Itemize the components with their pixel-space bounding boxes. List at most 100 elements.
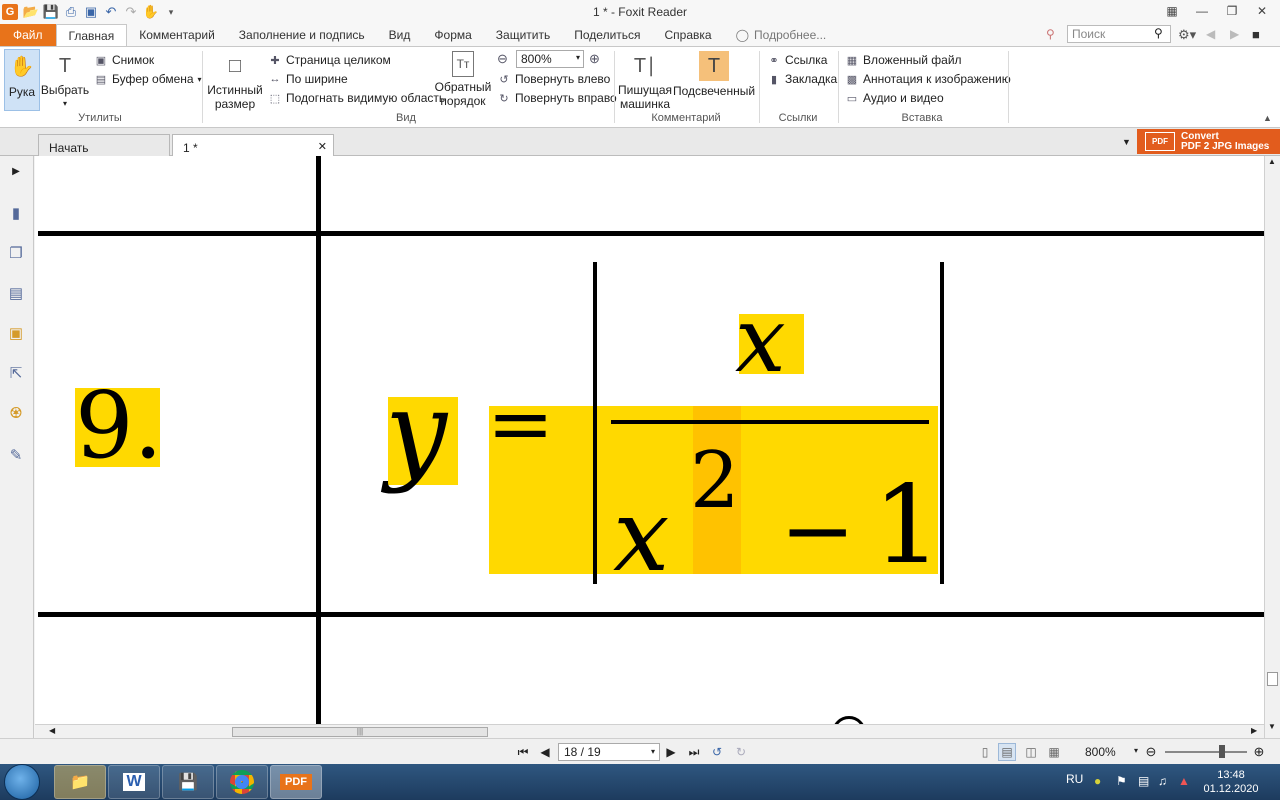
snapshot-button[interactable]: ▣ Снимок: [94, 51, 154, 69]
reflow-button[interactable]: Tт Обратный порядок: [435, 49, 491, 111]
pages-panel-icon[interactable]: ❐: [5, 242, 27, 264]
file-attachment-button[interactable]: ▦ Вложенный файл: [845, 51, 962, 69]
continuous-page-icon[interactable]: ▤: [998, 743, 1016, 761]
zoom-slider[interactable]: [1165, 751, 1247, 753]
tab-fill-sign[interactable]: Заполнение и подпись: [227, 24, 377, 46]
security-panel-icon[interactable]: ♼: [5, 402, 27, 424]
settings-icon[interactable]: ⚙▾: [1178, 27, 1196, 43]
fit-width-button[interactable]: ↔ По ширине: [268, 70, 348, 88]
foxit-taskbar-button[interactable]: PDF: [270, 765, 322, 799]
hand-tool-quick-icon[interactable]: ✋: [141, 2, 161, 22]
undo-icon[interactable]: ↶: [101, 2, 121, 22]
tab-share[interactable]: Поделиться: [562, 24, 652, 46]
maximize-button[interactable]: ❐: [1220, 2, 1244, 20]
promo-banner[interactable]: PDF Convert PDF 2 JPG Images: [1137, 129, 1280, 154]
tab-home[interactable]: Главная: [55, 24, 128, 46]
minimize-button[interactable]: —: [1190, 2, 1214, 20]
next-page-icon[interactable]: ▶: [662, 743, 680, 761]
tab-file[interactable]: Файл: [0, 24, 56, 46]
highlight-button[interactable]: T Подсвеченный: [673, 49, 755, 111]
close-tab-icon[interactable]: ✕: [318, 140, 327, 153]
tab-protect[interactable]: Защитить: [484, 24, 562, 46]
save-icon[interactable]: 💾: [41, 2, 61, 22]
hand-button[interactable]: ✋ Рука: [4, 49, 40, 111]
document-view[interactable]: 9. y = x x 2 − 1: [35, 156, 1264, 724]
last-page-icon[interactable]: ⏭: [685, 743, 703, 761]
speaker-muted-icon[interactable]: ▲: [1178, 774, 1190, 788]
typewriter-button[interactable]: T∣ Пишущая машинка: [618, 49, 672, 112]
audio-video-button[interactable]: ▭ Аудио и видео: [845, 89, 944, 107]
bookmarks-panel-icon[interactable]: ▮: [5, 202, 27, 224]
fit-page-button[interactable]: ✚ Страница целиком: [268, 51, 390, 69]
floppy-app-taskbar-button[interactable]: 💾: [162, 765, 214, 799]
tab-start[interactable]: Начать: [38, 134, 170, 156]
vertical-scrollbar[interactable]: ▲ ▼: [1264, 156, 1280, 738]
close-window-button[interactable]: ✕: [1250, 2, 1274, 20]
tab-form[interactable]: Форма: [422, 24, 483, 46]
select-button[interactable]: T Выбрать ▾: [41, 49, 89, 111]
print-icon[interactable]: ⎙: [61, 2, 81, 22]
account-icon[interactable]: ■: [1252, 27, 1260, 42]
zoom-out-icon[interactable]: ⊖: [1142, 743, 1160, 761]
back-icon[interactable]: ◀: [1206, 27, 1215, 41]
clipboard-button[interactable]: ▤ Буфер обмена ▾: [94, 70, 202, 88]
expand-panel-icon[interactable]: ▶: [5, 160, 27, 182]
language-indicator[interactable]: RU: [1066, 772, 1083, 786]
scroll-left-icon[interactable]: ◀: [49, 726, 55, 735]
attachments-panel-icon[interactable]: ⇱: [5, 362, 27, 384]
previous-view-icon[interactable]: ↺: [708, 743, 726, 761]
horizontal-scrollbar[interactable]: ◀ ||| ▶: [35, 724, 1264, 738]
tab-comment[interactable]: Комментарий: [127, 24, 227, 46]
actual-size-button[interactable]: □ Истинный размер: [207, 49, 262, 112]
tell-me[interactable]: ◯ Подробнее...: [724, 24, 839, 46]
fit-visible-button[interactable]: ⬚ Подогнать видимую область: [268, 89, 445, 107]
chevron-down-icon[interactable]: ▾: [1134, 746, 1138, 755]
customize-toolbar-icon[interactable]: ▾: [161, 2, 181, 22]
horizontal-scroll-thumb[interactable]: |||: [232, 727, 488, 737]
zoom-select[interactable]: 800% ▾: [516, 50, 584, 68]
scroll-up-icon[interactable]: ▲: [1268, 157, 1276, 166]
first-page-icon[interactable]: ⏮: [514, 743, 532, 761]
redo-icon[interactable]: ↷: [121, 2, 141, 22]
image-annotation-button[interactable]: ▩ Аннотация к изображению: [845, 70, 1011, 88]
signature-panel-icon[interactable]: ✎: [5, 444, 27, 466]
bookmark-button[interactable]: ▮ Закладка: [767, 70, 837, 88]
status-zoom-value[interactable]: 800%: [1085, 745, 1116, 759]
open-icon[interactable]: 📂: [21, 2, 41, 22]
link-button[interactable]: ⚭ Ссылка: [767, 51, 827, 69]
collapse-ribbon-icon[interactable]: ▲: [1263, 113, 1272, 123]
network-icon[interactable]: ▤: [1138, 774, 1149, 788]
ribbon-options-icon[interactable]: ▦: [1160, 2, 1184, 20]
new-window-icon[interactable]: ▣: [81, 2, 101, 22]
tray-app-icon[interactable]: ●: [1094, 774, 1101, 788]
forward-icon[interactable]: ▶: [1230, 27, 1239, 41]
zoom-out-icon[interactable]: ⊖: [497, 51, 508, 67]
vertical-scroll-thumb[interactable]: [1267, 672, 1278, 686]
rotate-left-button[interactable]: ↺ Повернуть влево: [497, 70, 610, 88]
scroll-down-icon[interactable]: ▼: [1268, 722, 1276, 731]
zoom-slider-handle[interactable]: [1219, 745, 1225, 758]
chrome-taskbar-button[interactable]: [216, 765, 268, 799]
search-icon[interactable]: ⚲: [1154, 26, 1170, 42]
continuous-facing-icon[interactable]: ▦: [1045, 743, 1063, 761]
word-taskbar-button[interactable]: W: [108, 765, 160, 799]
tab-document[interactable]: 1 * ✕: [172, 134, 334, 157]
system-clock[interactable]: 13:48 01.12.2020: [1196, 768, 1266, 796]
explorer-taskbar-button[interactable]: 📁: [54, 765, 106, 799]
previous-page-icon[interactable]: ◀: [536, 743, 554, 761]
zoom-in-icon[interactable]: ⊕: [589, 51, 600, 67]
single-page-icon[interactable]: ▯: [976, 743, 994, 761]
facing-page-icon[interactable]: ◫: [1022, 743, 1040, 761]
comments-panel-icon[interactable]: ▣: [5, 322, 27, 344]
page-number-field[interactable]: 18 / 19 ▾: [558, 743, 660, 761]
find-icon[interactable]: ⚲: [1046, 27, 1055, 41]
zoom-in-icon[interactable]: ⊕: [1250, 743, 1268, 761]
start-button[interactable]: [4, 764, 40, 800]
scroll-right-icon[interactable]: ▶: [1251, 726, 1257, 735]
next-view-icon[interactable]: ↻: [732, 743, 750, 761]
layers-panel-icon[interactable]: ▤: [5, 282, 27, 304]
rotate-right-button[interactable]: ↻ Повернуть вправо: [497, 89, 616, 107]
tab-help[interactable]: Справка: [653, 24, 724, 46]
volume-icon[interactable]: ♫: [1158, 774, 1167, 788]
flag-icon[interactable]: ⚑: [1116, 774, 1127, 788]
